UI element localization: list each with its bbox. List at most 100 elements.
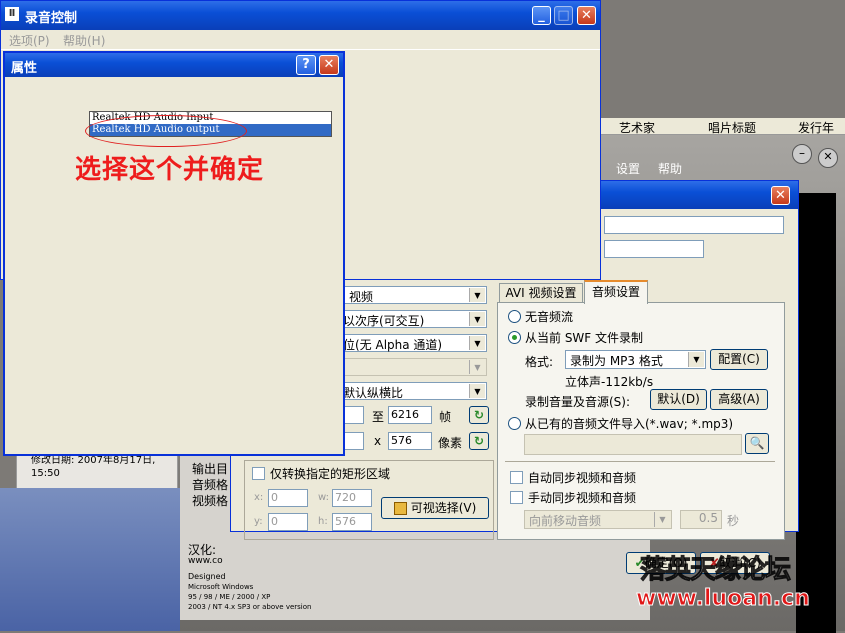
frames-from-stepper[interactable] <box>344 406 364 424</box>
properties-dialog: 属性 ? ✕ Realtek HD Audio Input Realtek HD… <box>3 51 345 456</box>
column-artist[interactable]: 艺术家 <box>619 119 655 136</box>
size-unit: 像素 <box>438 436 463 450</box>
volume-label: 录制音量及音源(S): <box>525 395 631 409</box>
config-button[interactable]: 配置(C) <box>710 349 768 370</box>
auto-sync-checkbox[interactable] <box>510 471 523 484</box>
x-label: x: <box>254 492 264 503</box>
properties-close-icon[interactable]: ✕ <box>319 55 339 75</box>
frames-to-input[interactable]: 6216 <box>388 406 432 424</box>
www-label: www.co <box>188 556 223 566</box>
chevron-down-icon: ▼ <box>469 360 485 374</box>
os2-label: 2003 / NT 4.x SP3 or above version <box>188 603 312 611</box>
player-menu-help[interactable]: 帮助 <box>658 160 682 177</box>
chevron-down-icon: ▼ <box>469 336 485 350</box>
combo-4: ▼ <box>344 358 487 376</box>
record-menu-separator <box>1 49 600 50</box>
combo-5[interactable]: 默认纵横比 ▼ <box>343 382 487 400</box>
watermark-site: 落英天缘论坛 <box>639 555 791 586</box>
highlight-ellipse <box>85 115 247 147</box>
x-input[interactable]: 0 <box>268 489 308 507</box>
magnifier-icon: 🔍 <box>749 436 765 450</box>
combo-3[interactable]: 位(无 Alpha 通道) ▼ <box>343 334 487 352</box>
audio-label: 音频格 <box>192 478 229 492</box>
column-album[interactable]: 唱片标题 <box>708 119 756 136</box>
properties-titlebar: 属性 <box>5 53 343 77</box>
info-panel: 修改日期: 2007年8月17日, 15:50 <box>16 452 178 490</box>
seconds-unit: 秒 <box>727 514 740 528</box>
h-input[interactable]: 576 <box>332 513 372 531</box>
advanced-button[interactable]: 高级(A) <box>710 389 768 410</box>
record-title: 录音控制 <box>25 11 78 26</box>
audio-divider <box>505 461 775 462</box>
frames-unit: 帧 <box>439 410 452 424</box>
player-menu-settings[interactable]: 设置 <box>616 160 640 177</box>
y-label: y: <box>254 516 263 527</box>
player-close-icon[interactable]: ✕ <box>818 148 838 168</box>
menu-help[interactable]: 帮助(H) <box>63 32 105 49</box>
radio-from-swf[interactable] <box>508 331 521 344</box>
tab-avi[interactable]: AVI 视频设置 <box>499 283 583 302</box>
help-icon[interactable]: ? <box>296 55 316 75</box>
w-label: w: <box>318 492 330 503</box>
chevron-down-icon: ▼ <box>469 312 485 326</box>
format-label: 格式: <box>525 355 554 369</box>
output-label: 输出目 <box>192 462 229 476</box>
move-audio-select[interactable]: 向前移动音频 ▼ <box>524 510 672 529</box>
ms-label: Microsoft Windows <box>188 583 254 591</box>
format-info: 立体声-112kb/s <box>565 375 654 389</box>
record-app-icon: Ⅱ <box>5 7 19 21</box>
radio-from-file[interactable] <box>508 417 521 430</box>
chevron-down-icon: ▼ <box>469 288 485 302</box>
refresh-size-icon[interactable]: ↻ <box>469 432 489 450</box>
from-file-label: 从已有的音频文件导入(*.wav; *.mp3) <box>525 417 734 431</box>
from-swf-label: 从当前 SWF 文件录制 <box>525 331 644 345</box>
h-label: h: <box>318 516 328 527</box>
auto-sync-label: 自动同步视频和音频 <box>528 471 637 485</box>
record-titlebar: Ⅱ 录音控制 <box>1 1 600 30</box>
region-checkbox[interactable] <box>252 467 265 480</box>
designed-label: Designed <box>188 572 226 581</box>
refresh-frames-icon[interactable]: ↻ <box>469 406 489 424</box>
combo-1[interactable]: 视频 ▼ <box>344 286 487 304</box>
frames-to-label: 至 <box>372 410 385 424</box>
seconds-input[interactable]: 0.5 <box>680 510 722 529</box>
browse-button[interactable]: 🔍 <box>745 433 769 454</box>
format-select[interactable]: 录制为 MP3 格式 ▼ <box>565 350 706 369</box>
manual-sync-label: 手动同步视频和音频 <box>528 491 637 505</box>
video-label: 视频格 <box>192 494 229 508</box>
properties-title: 属性 <box>11 61 38 76</box>
chevron-down-icon: ▼ <box>688 352 704 367</box>
close-icon[interactable]: ✕ <box>577 6 596 25</box>
modified-date: 修改日期: 2007年8月17日, 15:50 <box>31 455 156 479</box>
export-field-1[interactable] <box>604 216 784 234</box>
size-w-stepper[interactable] <box>344 432 364 450</box>
y-input[interactable]: 0 <box>268 513 308 531</box>
size-x-label: x <box>374 434 382 448</box>
no-audio-label: 无音频流 <box>525 310 574 324</box>
column-year[interactable]: 发行年 <box>798 119 834 136</box>
chevron-down-icon: ▼ <box>469 384 485 398</box>
radio-no-audio[interactable] <box>508 310 521 323</box>
visual-select-icon <box>393 502 407 515</box>
chevron-down-icon: ▼ <box>654 512 670 527</box>
tab-audio[interactable]: 音频设置 <box>584 280 648 304</box>
annotation-text: 选择这个并确定 <box>75 155 265 185</box>
os1-label: 95 / 98 / ME / 2000 / XP <box>188 593 271 601</box>
maximize-icon[interactable]: □ <box>554 6 573 25</box>
minimize-icon[interactable]: _ <box>532 6 551 25</box>
region-label: 仅转换指定的矩形区域 <box>270 467 391 481</box>
menu-options[interactable]: 选项(P) <box>9 32 50 49</box>
blue-strip <box>0 488 180 631</box>
watermark-url: www.luoan.cn <box>636 586 811 612</box>
file-path-input[interactable] <box>524 434 742 455</box>
export-close-icon[interactable]: ✕ <box>771 186 790 205</box>
combo-2[interactable]: 以次序(可交互) ▼ <box>343 310 487 328</box>
size-h-input[interactable]: 576 <box>388 432 432 450</box>
w-input[interactable]: 720 <box>332 489 372 507</box>
manual-sync-checkbox[interactable] <box>510 491 523 504</box>
player-min-icon[interactable]: – <box>792 144 812 164</box>
export-field-2[interactable] <box>604 240 704 258</box>
default-button[interactable]: 默认(D) <box>650 389 707 410</box>
player-video-area <box>796 193 836 633</box>
visual-select-button[interactable]: 可视选择(V) <box>381 497 489 519</box>
